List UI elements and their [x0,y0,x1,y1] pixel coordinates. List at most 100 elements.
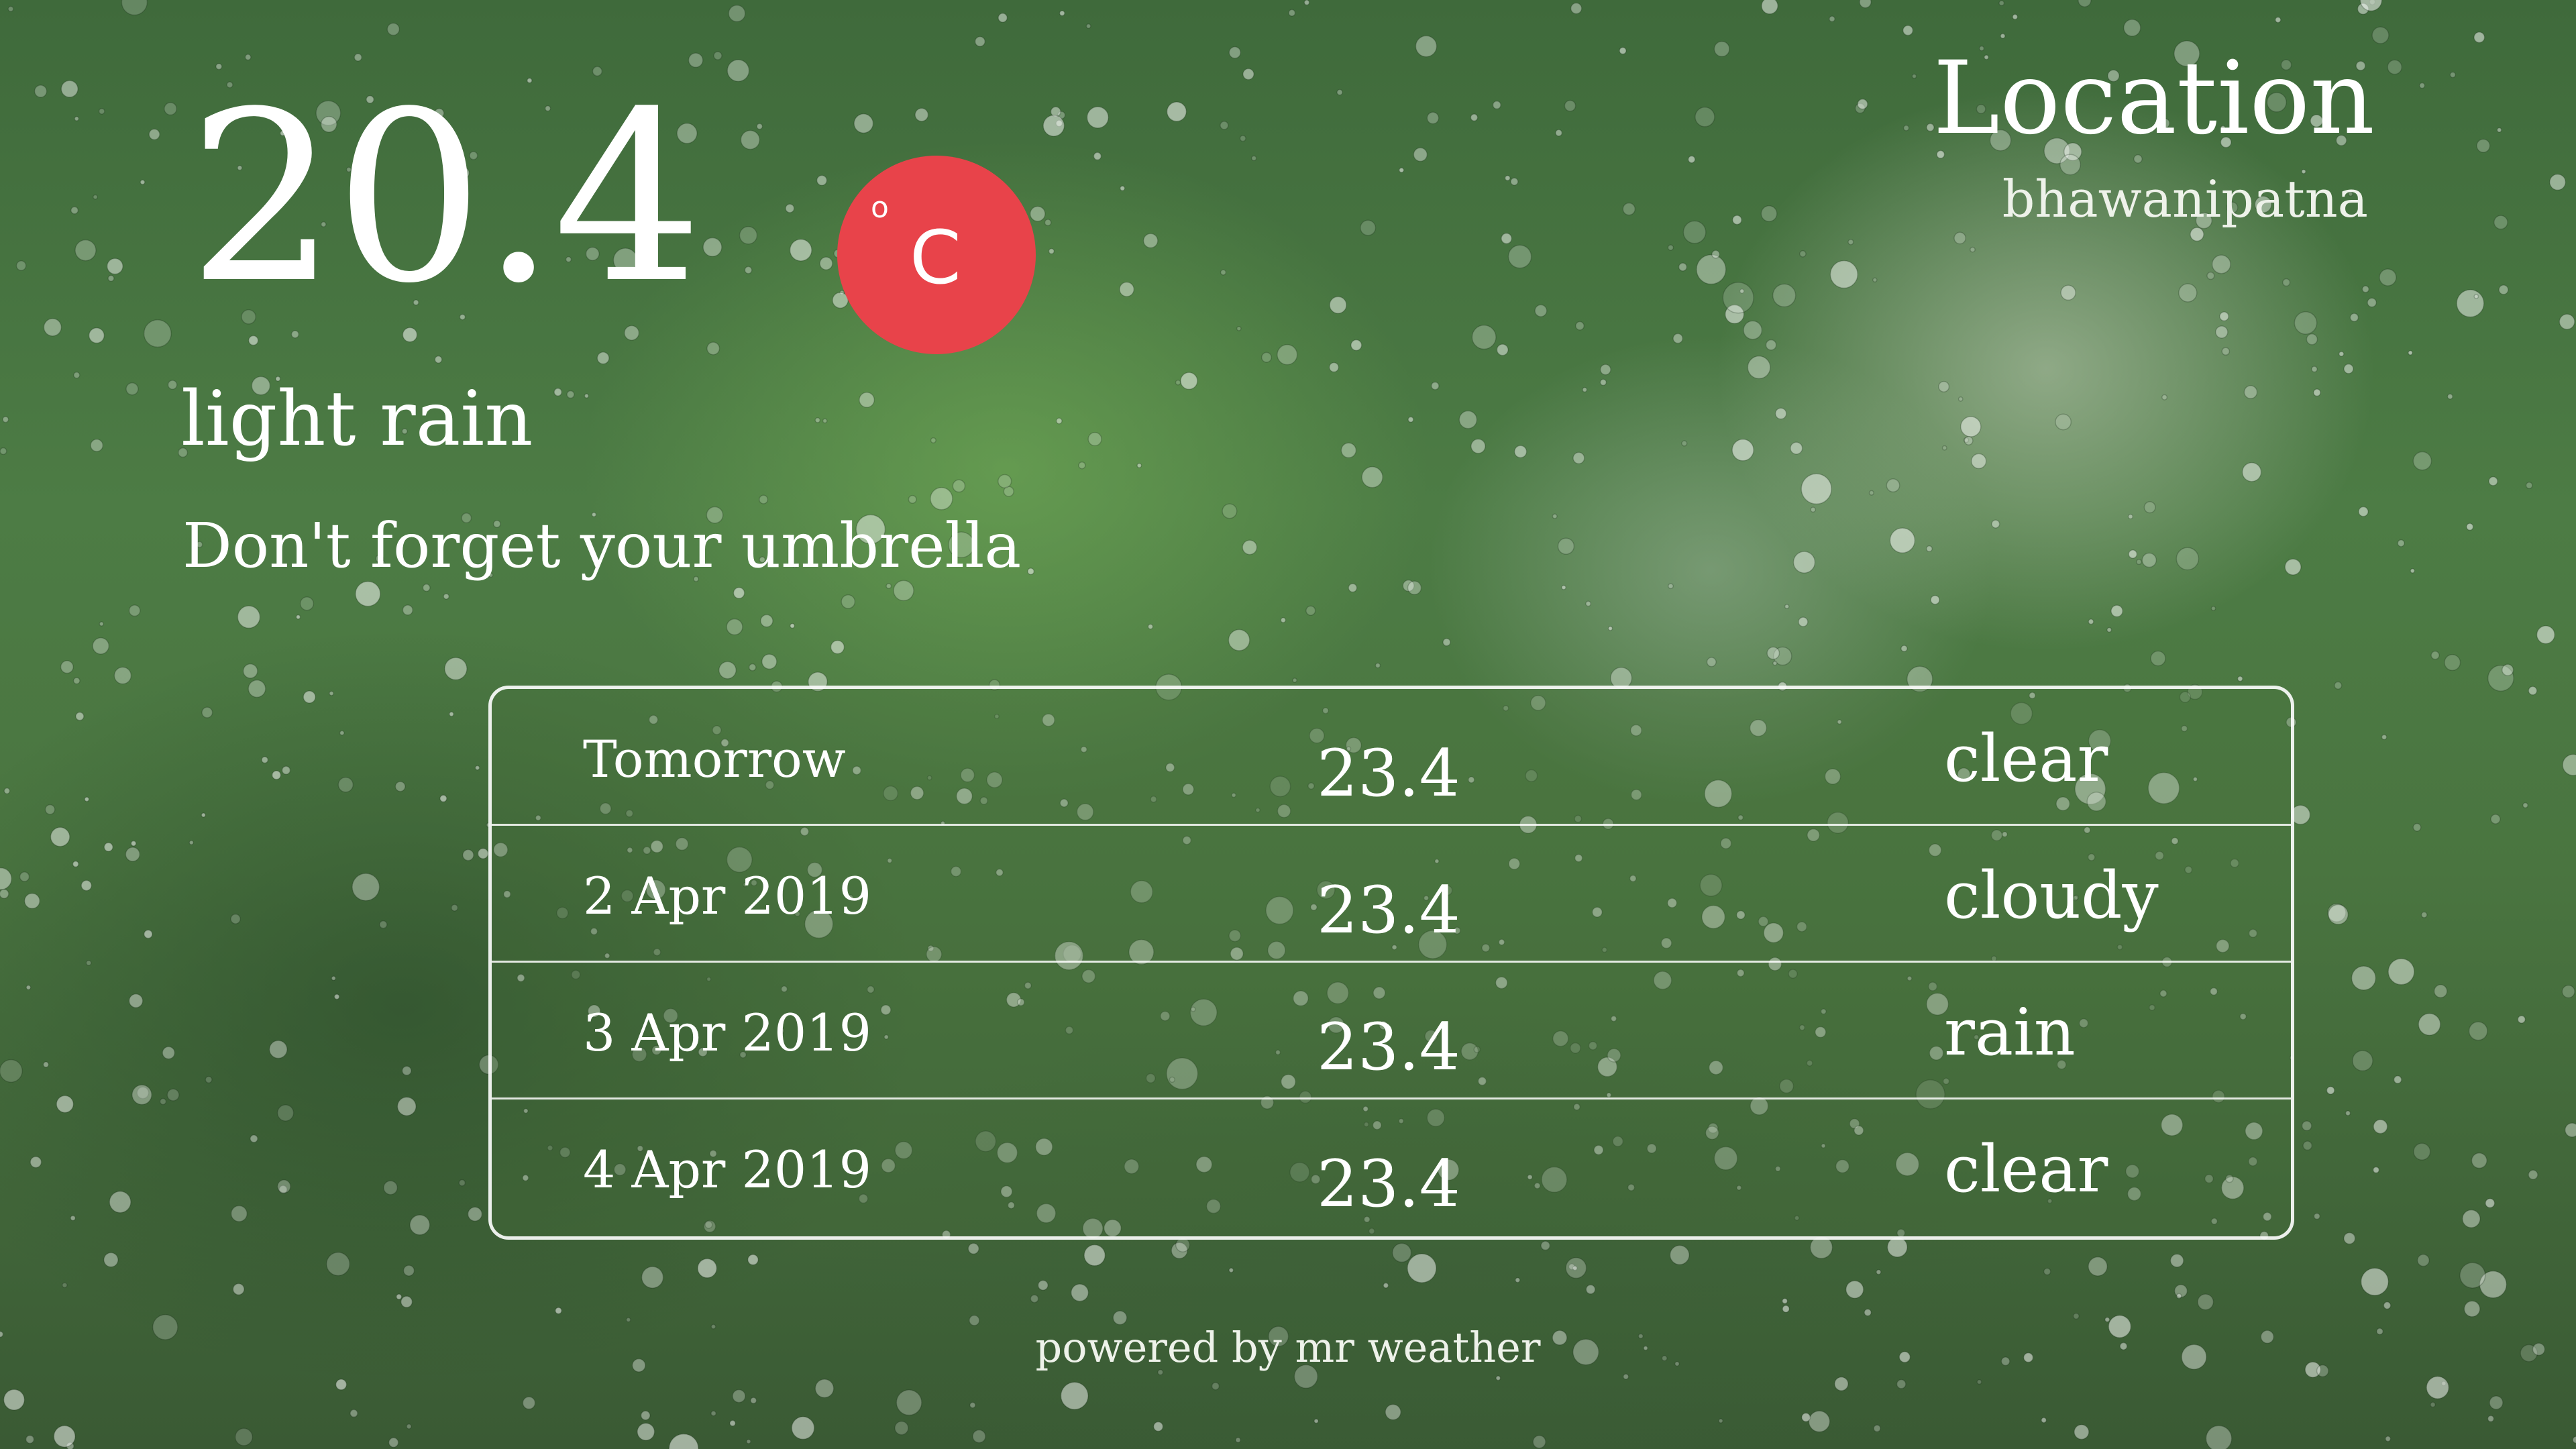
raindrop [2440,1381,2447,1387]
raindrop [1747,356,1771,380]
raindrop [1859,0,1872,9]
raindrop [1044,219,1052,227]
raindrop [148,128,160,140]
raindrop [1385,1403,1401,1421]
raindrop [1292,678,1297,683]
raindrop [1731,439,1754,462]
raindrop [1960,416,1982,437]
raindrop [1829,260,1858,289]
forecast-temperature: 23.4 [1317,1010,1460,1085]
raindrop [1305,605,1316,616]
raindrop [1964,435,1974,445]
raindrop [1784,604,1790,609]
raindrop [1847,239,1854,246]
raindrop [2465,523,2474,531]
raindrop [1093,152,1102,161]
raindrop [1585,600,1592,607]
raindrop [2498,284,2509,295]
raindrop [402,604,413,616]
raindrop [2143,501,2156,514]
raindrop [278,1185,288,1194]
forecast-condition: clear [1944,1132,2108,1207]
raindrop [2206,271,2215,280]
raindrop [400,1295,413,1308]
raindrop [761,653,777,669]
raindrop [640,1410,651,1421]
raindrop [2072,1312,2080,1320]
raindrop [143,319,172,348]
raindrop [1027,568,1035,576]
raindrop [2522,802,2528,808]
raindrop [2459,1262,2486,1289]
raindrop [70,206,79,215]
raindrop [467,1206,483,1222]
raindrop [1375,662,1381,669]
raindrop [1458,410,1478,429]
raindrop [62,1282,68,1289]
raindrop [1340,442,1357,459]
raindrop [276,1104,294,1122]
raindrop [250,1134,258,1143]
raindrop [2197,1293,2214,1311]
raindrop [299,596,315,611]
forecast-table: Tomorrow 23.4 clear 2 Apr 2019 23.4 clou… [488,686,2294,1240]
raindrop [1773,646,1792,666]
raindrop [43,318,62,337]
raindrop [25,1434,35,1444]
raindrop [1407,416,1414,423]
raindrop [1864,1308,1872,1317]
raindrop [401,1065,412,1076]
raindrop [70,1215,76,1222]
raindrop [1085,23,1091,29]
raindrop [2301,1120,2312,1132]
raindrop [1142,233,1159,249]
raindrop [1718,1418,1723,1424]
degree-symbol: o [871,191,889,225]
raindrop [2123,19,2141,37]
raindrop [0,1059,23,1083]
raindrop [2000,33,2006,39]
raindrop [1808,1410,1831,1433]
raindrop [2110,604,2123,618]
raindrop [80,879,93,892]
raindrop [2328,904,2349,925]
raindrop [1495,1375,1501,1381]
raindrop [566,390,575,399]
raindrop [230,1205,248,1222]
raindrop [164,102,178,116]
raindrop [42,1061,50,1068]
raindrop [733,587,745,599]
raindrop [1277,344,1298,366]
raindrop [1119,281,1135,297]
raindrop [1055,417,1063,425]
raindrop [1876,1269,1882,1275]
raindrop [144,929,153,939]
raindrop [625,1317,631,1323]
raindrop [1766,646,1780,660]
raindrop [822,418,828,424]
raindrop [201,706,213,718]
raindrop [396,1293,402,1300]
raindrop [1568,1263,1576,1271]
temperature-unit-toggle[interactable]: o C [837,156,1036,354]
raindrop [2349,313,2359,322]
raindrop [350,1409,358,1418]
raindrop [1725,304,1745,325]
raindrop [1713,40,1730,58]
forecast-date: 2 Apr 2019 [583,866,871,926]
raindrop [791,1416,815,1440]
raindrop [2373,1119,2388,1134]
raindrop [159,1097,167,1106]
raindrop [748,663,757,672]
raindrop [422,584,431,592]
raindrop [1415,35,1438,58]
raindrop [1220,121,1229,130]
raindrop [88,327,105,344]
raindrop [474,765,480,771]
raindrop [1175,379,1181,386]
raindrop [2408,350,2413,356]
raindrop [2275,16,2282,23]
raindrop [2487,1415,2495,1423]
raindrop [2302,1140,2313,1151]
raindrop [439,794,447,803]
